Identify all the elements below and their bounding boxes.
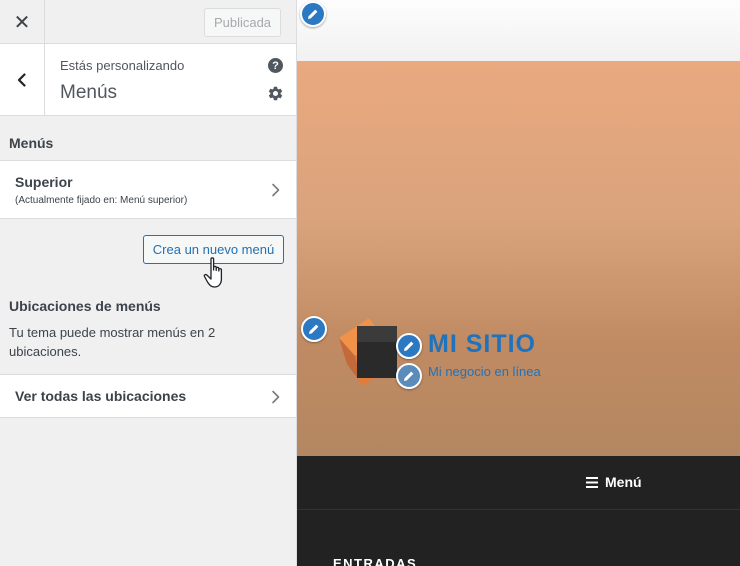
header-image xyxy=(297,61,740,456)
edit-shortcut-tagline[interactable] xyxy=(396,363,422,389)
panel-subtitle: Estás personalizando xyxy=(60,58,185,73)
site-tagline[interactable]: Mi negocio en línea xyxy=(428,364,541,379)
pencil-icon xyxy=(308,9,318,19)
hamburger-icon xyxy=(586,476,598,488)
menu-toggle-button[interactable]: Menú xyxy=(586,474,642,490)
menu-item-name: Superior xyxy=(15,174,73,190)
site-preview: MI SITIO Mi negocio en línea Menú ENTRAD… xyxy=(297,0,740,566)
view-all-locations-button[interactable]: Ver todas las ubicaciones xyxy=(0,374,296,418)
customizer-header: ✕ Publicada xyxy=(0,0,296,44)
site-title[interactable]: MI SITIO xyxy=(428,330,536,359)
menus-section-title: Menús xyxy=(9,135,54,151)
view-all-locations-label: Ver todas las ubicaciones xyxy=(15,388,187,404)
chevron-right-icon xyxy=(272,183,280,197)
panel-title: Menús xyxy=(60,82,118,103)
hand-cursor-icon xyxy=(203,257,223,288)
site-logo[interactable] xyxy=(337,316,399,388)
chevron-left-icon xyxy=(17,72,26,87)
entries-heading: ENTRADAS xyxy=(333,556,418,566)
customizer-sidebar: ✕ Publicada Estás personalizando Menús ?… xyxy=(0,0,297,566)
pencil-icon xyxy=(404,341,414,351)
help-icon[interactable]: ? xyxy=(268,58,283,73)
menu-item-description: (Actualmente fijado en: Menú superior) xyxy=(15,195,188,206)
locations-description: Tu tema puede mostrar menús en 2 ubicaci… xyxy=(9,325,216,359)
locations-title: Ubicaciones de menús xyxy=(9,298,161,314)
pencil-icon xyxy=(309,324,319,334)
menu-item-superior[interactable]: Superior (Actualmente fijado en: Menú su… xyxy=(0,160,296,219)
chevron-right-icon xyxy=(272,390,280,404)
back-button[interactable] xyxy=(0,44,45,115)
menu-toggle-label: Menú xyxy=(605,474,642,490)
preview-top-bar xyxy=(297,0,740,61)
edit-shortcut-logo[interactable] xyxy=(301,316,327,342)
pencil-icon xyxy=(404,371,414,381)
close-icon[interactable]: ✕ xyxy=(0,0,45,44)
edit-shortcut-site-title[interactable] xyxy=(396,333,422,359)
content-area: ENTRADAS xyxy=(297,510,740,566)
gear-icon[interactable] xyxy=(267,85,284,102)
publish-button[interactable]: Publicada xyxy=(204,8,281,37)
navigation-bar: Menú xyxy=(297,456,740,510)
edit-shortcut-header[interactable] xyxy=(300,1,326,27)
panel-header: Estás personalizando Menús ? xyxy=(0,44,296,116)
